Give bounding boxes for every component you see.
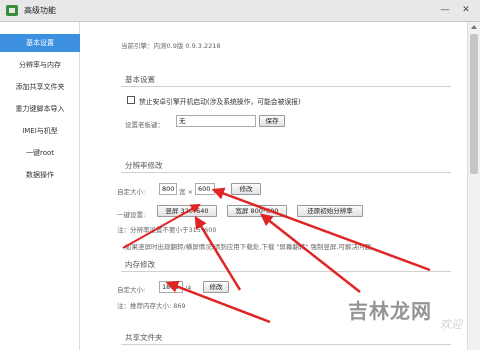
resolution-height-input[interactable]: 600 [195,183,215,195]
memory-size-input[interactable]: 1863 [159,281,183,293]
scroll-up-arrow-icon[interactable] [471,25,477,29]
app-icon [6,5,18,16]
landscape-preset-button[interactable]: 宽屏 800*600 [227,205,287,217]
resolution-width-input[interactable]: 800 [159,183,177,195]
watermark-sub: 欢迎 [440,318,462,331]
resolution-note: 注：分辨率设置不要小于315*600 [117,226,217,234]
boss-key-save-button[interactable]: 保存 [259,115,285,127]
resolution-modify-button[interactable]: 修改 [231,183,261,195]
site-watermark: 吉林龙网 [348,299,432,323]
engine-version-text: 当前引擎：内测0.9版 0.9.3.2218 [121,42,221,50]
memory-note: 注：推荐内存大小: 869 [117,302,186,310]
section-divider [121,271,451,272]
section-divider [121,86,451,87]
portrait-preset-button[interactable]: 竖屏 320*640 [157,205,217,217]
restore-resolution-button[interactable]: 还原初始分辨率 [297,205,363,217]
basic-settings-heading: 基本设置 [125,75,155,84]
disable-autostart-label: 禁止安卓引擎开机启动(涉及系统操作，可能会被误报) [139,98,301,106]
memory-modify-button[interactable]: 修改 [203,281,229,293]
resolution-times-sign: 宽 × [179,188,194,196]
scroll-thumb[interactable] [470,34,478,174]
sidebar-item-basic-settings[interactable]: 基本设置 [0,34,80,52]
resolution-heading: 分辨率修改 [125,161,163,170]
sidebar-item-imei-model[interactable]: IMEI与机型 [0,122,80,140]
memory-heading: 内存修改 [125,260,155,269]
shared-folder-heading: 共享文件夹 [125,333,163,342]
resolution-custom-label: 自定大小: [117,188,146,196]
disable-autostart-checkbox[interactable] [127,96,135,104]
sidebar-item-one-click-root[interactable]: 一键root [0,144,80,162]
sidebar: 基本设置 分辨率与内存 添加共享文件夹 重力键脚本导入 IMEI与机型 一键ro… [0,22,80,350]
sidebar-item-resolution-memory[interactable]: 分辨率与内存 [0,56,80,74]
window-title: 高级功能 [24,6,56,15]
quick-setting-label: 一键设置: [117,211,146,219]
memory-custom-label: 自定大小: [117,286,146,294]
sidebar-item-shared-folder[interactable]: 添加共享文件夹 [0,78,80,96]
sidebar-item-gravity-script[interactable]: 重力键脚本导入 [0,100,80,118]
section-divider [121,344,451,345]
rotation-hint: 如果竖屏时出现翻转/横屏情况,请到应用下载处,下载 "屏幕翻转" 强制竖屏,可解… [125,243,372,251]
boss-key-label: 设置老板键： [125,121,164,129]
memory-size-suffix: /4 [185,284,192,292]
minimize-button[interactable]: — [438,4,452,17]
vertical-scrollbar[interactable] [467,22,480,350]
sidebar-item-data-operations[interactable]: 数据操作 [0,166,80,184]
boss-key-input[interactable]: 无 [176,115,256,127]
close-button[interactable]: ✕ [459,4,473,17]
title-bar: 高级功能 — ✕ [0,0,480,22]
section-divider [121,172,451,173]
